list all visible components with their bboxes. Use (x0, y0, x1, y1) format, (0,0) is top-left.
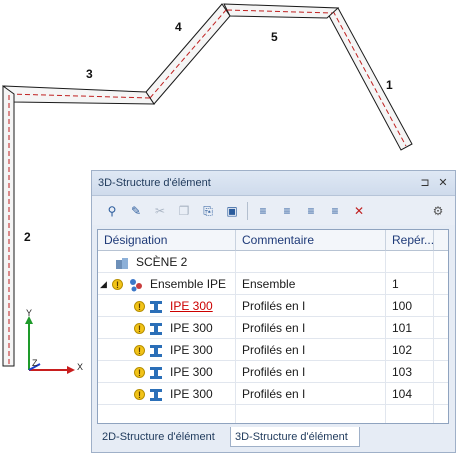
column-header-designation[interactable]: Désignation (98, 230, 236, 251)
column-header-repere[interactable]: Repér... (386, 230, 434, 251)
i-beam-icon (149, 361, 165, 383)
table-row[interactable]: ! IPE 300 Profilés en I 100 (98, 295, 448, 317)
collapse-arrow-icon[interactable]: ◢ (100, 273, 110, 295)
scene-commentaire (242, 251, 382, 273)
axis-x-label: X (77, 362, 83, 372)
warning-icon: ! (112, 273, 126, 295)
clipboard-icon[interactable]: ▣ (222, 201, 242, 221)
delete-attr-icon[interactable]: ✕ (349, 201, 369, 221)
copy-icon[interactable]: ❐ (174, 201, 194, 221)
beam-5[interactable] (223, 3, 340, 19)
tree-row-assembly[interactable]: ◢ ! Ensemble IPE Ensemble 1 (98, 273, 448, 295)
panel-tabs: 2D-Structure d'élément 3D-Structure d'él… (92, 427, 455, 453)
table-row[interactable]: ! IPE 300 Profilés en I 103 (98, 361, 448, 383)
assembly-icon (128, 273, 144, 295)
beam-2[interactable] (2, 85, 15, 367)
structure-panel: 3D-Structure d'élément ⊐ ✕ ⚲ ✎ ✂ ❐ ⎘ ▣ ≡… (91, 170, 456, 453)
row-repere: 100 (392, 299, 413, 313)
axis-z-label: Z (32, 358, 38, 368)
row-designation: IPE 300 (170, 365, 213, 379)
warning-icon: ! (134, 361, 148, 383)
row-designation: IPE 300 (170, 387, 213, 401)
structure-grid: Désignation Commentaire Repér... SCÈNE 2… (97, 229, 449, 424)
scene-icon (114, 251, 130, 273)
beam-label-3: 3 (86, 67, 93, 81)
attr-3-icon[interactable]: ≡ (301, 201, 321, 221)
warning-icon: ! (134, 339, 148, 361)
beam-4[interactable] (145, 3, 231, 105)
beam-label-1: 1 (386, 78, 393, 92)
axis-triad: Y X Z (25, 308, 83, 374)
row-designation: IPE 300 (170, 321, 213, 335)
table-row[interactable]: ! IPE 300 Profilés en I 102 (98, 339, 448, 361)
warning-icon: ! (134, 383, 148, 405)
assembly-designation: Ensemble IPE (150, 277, 227, 291)
row-repere: 102 (392, 343, 413, 357)
panel-title-bar: 3D-Structure d'élément ⊐ ✕ (92, 171, 455, 196)
tab-2d-structure[interactable]: 2D-Structure d'élément (98, 427, 226, 447)
row-commentaire: Profilés en I (242, 299, 306, 313)
row-commentaire: Profilés en I (242, 387, 306, 401)
tools-icon[interactable]: ✎ (126, 201, 146, 221)
row-designation: IPE 300 (170, 299, 213, 313)
eyedropper-icon[interactable]: ⚲ (102, 201, 122, 221)
scene-designation: SCÈNE 2 (136, 255, 188, 269)
assembly-repere: 1 (392, 277, 399, 291)
row-repere: 104 (392, 387, 413, 401)
close-icon[interactable]: ✕ (436, 176, 450, 190)
table-row[interactable]: ! IPE 300 Profilés en I 101 (98, 317, 448, 339)
row-repere: 103 (392, 365, 413, 379)
scene-repere (392, 251, 432, 273)
attr-2-icon[interactable]: ≡ (277, 201, 297, 221)
row-commentaire: Profilés en I (242, 365, 306, 379)
panel-title: 3D-Structure d'élément (98, 177, 211, 189)
row-repere: 101 (392, 321, 413, 335)
i-beam-icon (149, 317, 165, 339)
assembly-commentaire: Ensemble (242, 277, 296, 291)
attr-4-icon[interactable]: ≡ (325, 201, 345, 221)
i-beam-icon (149, 383, 165, 405)
beam-3[interactable] (3, 85, 155, 105)
attr-1-icon[interactable]: ≡ (253, 201, 273, 221)
table-row[interactable]: ! IPE 300 Profilés en I 104 (98, 383, 448, 405)
tab-3d-structure[interactable]: 3D-Structure d'élément (230, 427, 360, 447)
beam-label-5: 5 (271, 30, 278, 44)
pin-icon[interactable]: ⊐ (418, 176, 432, 190)
warning-icon: ! (134, 295, 148, 317)
settings-gear-icon[interactable]: ⚙ (428, 201, 448, 221)
beam-1[interactable] (326, 7, 413, 151)
cut-icon[interactable]: ✂ (150, 201, 170, 221)
i-beam-icon (149, 339, 165, 361)
warning-icon: ! (134, 317, 148, 339)
row-commentaire: Profilés en I (242, 321, 306, 335)
beam-label-4: 4 (175, 20, 182, 34)
row-designation: IPE 300 (170, 343, 213, 357)
column-header-commentaire[interactable]: Commentaire (236, 230, 386, 251)
beam-label-2: 2 (24, 230, 31, 244)
row-commentaire: Profilés en I (242, 343, 306, 357)
tree-row-scene[interactable]: SCÈNE 2 (98, 251, 448, 273)
panel-toolbar: ⚲ ✎ ✂ ❐ ⎘ ▣ ≡ ≡ ≡ ≡ ✕ ⚙ (92, 196, 455, 225)
axis-y-label: Y (26, 308, 32, 318)
i-beam-icon (149, 295, 165, 317)
column-header-filler (434, 230, 448, 251)
paste-icon[interactable]: ⎘ (198, 201, 218, 221)
